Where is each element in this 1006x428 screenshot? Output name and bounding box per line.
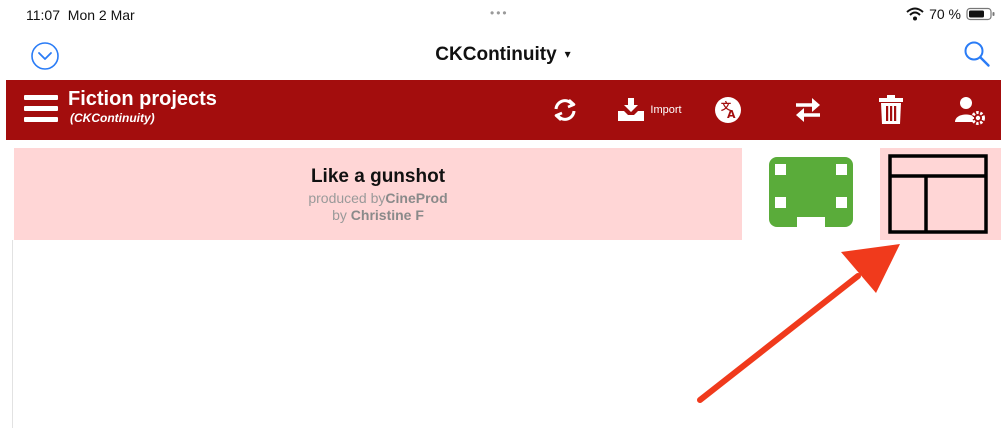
battery-icon bbox=[966, 7, 995, 21]
battery-percent: 70 % bbox=[929, 6, 961, 22]
translate-icon: 文 A bbox=[715, 97, 741, 123]
layout-icon[interactable] bbox=[888, 154, 988, 234]
trash-icon bbox=[879, 95, 903, 124]
app-title: CKContinuity bbox=[435, 44, 557, 65]
swap-button[interactable] bbox=[790, 94, 826, 126]
film-strip-icon[interactable] bbox=[769, 157, 853, 227]
caret-down-icon: ▾ bbox=[564, 47, 571, 61]
user-settings-button[interactable] bbox=[952, 94, 988, 126]
toolbar-subtitle: (CKContinuity) bbox=[70, 111, 155, 125]
list-left-border bbox=[12, 240, 13, 428]
status-bar: 11:07 Mon 2 Mar ••• 70 % bbox=[0, 0, 1006, 26]
status-time: 11:07 Mon 2 Mar bbox=[26, 7, 135, 23]
wifi-icon bbox=[906, 7, 924, 21]
sync-button[interactable] bbox=[548, 94, 582, 126]
menu-icon[interactable] bbox=[24, 95, 58, 125]
project-row[interactable]: Like a gunshot produced byCineProd by Ch… bbox=[14, 148, 742, 240]
app-title-menu[interactable]: CKContinuity ▾ bbox=[0, 44, 1006, 66]
by-label: by bbox=[332, 207, 351, 223]
swap-icon bbox=[796, 98, 820, 122]
user-settings-icon bbox=[955, 97, 985, 125]
project-author-line: by Christine F bbox=[14, 207, 742, 223]
multitasking-dots: ••• bbox=[490, 6, 509, 20]
project-producer-line: produced byCineProd bbox=[14, 190, 742, 206]
sync-icon bbox=[554, 99, 576, 121]
search-icon[interactable] bbox=[963, 40, 991, 68]
import-button[interactable]: Import bbox=[612, 94, 686, 126]
status-indicators: 70 % bbox=[906, 6, 996, 22]
import-icon bbox=[618, 98, 645, 121]
navigation-bar: CKContinuity ▾ bbox=[0, 28, 1006, 80]
produced-by-label: produced by bbox=[308, 190, 386, 206]
toolbar-title: Fiction projects bbox=[68, 88, 217, 110]
projects-toolbar: Fiction projects (CKContinuity) Import 文… bbox=[6, 80, 1001, 140]
svg-text:A: A bbox=[727, 108, 736, 121]
translate-button[interactable]: 文 A bbox=[710, 94, 746, 126]
author-name: Christine F bbox=[350, 207, 424, 223]
annotation-arrow bbox=[697, 244, 900, 403]
producer-name: CineProd bbox=[385, 190, 448, 206]
project-title: Like a gunshot bbox=[310, 166, 446, 187]
status-date: Mon 2 Mar bbox=[67, 7, 135, 23]
delete-button[interactable] bbox=[874, 94, 908, 126]
status-clock: 11:07 bbox=[26, 7, 60, 23]
import-label: Import bbox=[650, 104, 682, 116]
